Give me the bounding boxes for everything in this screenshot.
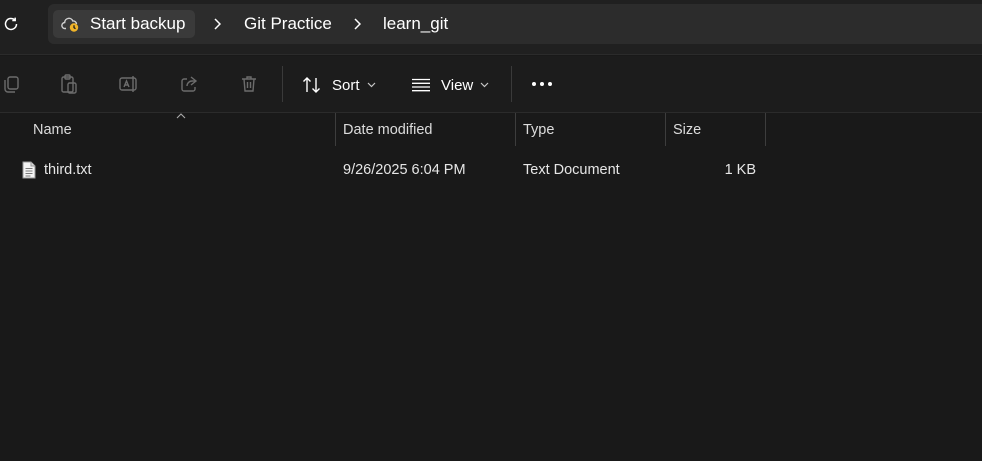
- breadcrumb-git-practice[interactable]: Git Practice: [244, 10, 332, 38]
- chevron-right-icon[interactable]: [210, 17, 224, 31]
- date-text: 9/26/2025 6:04 PM: [343, 162, 466, 178]
- toolbar-divider: [511, 66, 512, 102]
- column-header-type[interactable]: Type: [523, 113, 554, 146]
- cloud-backup-icon: [61, 15, 81, 33]
- command-bar: Sort View: [0, 56, 982, 113]
- breadcrumb-start-backup[interactable]: Start backup: [53, 10, 196, 38]
- file-type: Text Document: [523, 154, 620, 186]
- breadcrumb-label: Git Practice: [244, 14, 332, 33]
- breadcrumb-learn-git[interactable]: learn_git: [383, 10, 448, 38]
- file-name-cell: third.txt: [21, 154, 92, 186]
- column-header-label: Type: [523, 121, 555, 138]
- sort-icon: [302, 76, 322, 94]
- view-list-icon: [411, 78, 431, 92]
- view-label: View: [441, 76, 474, 94]
- refresh-icon[interactable]: [0, 13, 22, 35]
- text-file-icon: [21, 161, 37, 179]
- rename-icon[interactable]: [118, 73, 140, 95]
- file-date-modified: 9/26/2025 6:04 PM: [343, 154, 466, 186]
- column-resize-handle[interactable]: [665, 113, 666, 146]
- sort-label: Sort: [332, 76, 360, 94]
- paste-icon[interactable]: [58, 73, 80, 95]
- column-header-name[interactable]: Name: [33, 113, 72, 146]
- view-button[interactable]: View: [411, 70, 489, 100]
- chevron-down-icon: [367, 82, 376, 88]
- column-header-label: Size: [673, 121, 702, 138]
- sort-ascending-icon: [176, 113, 186, 119]
- column-resize-handle[interactable]: [515, 113, 516, 146]
- column-header-label: Name: [33, 121, 72, 138]
- toolbar-divider: [282, 66, 283, 102]
- breadcrumb-label: learn_git: [383, 14, 449, 33]
- address-row: Start backup Git Practice learn_git: [0, 0, 982, 55]
- size-text: 1 KB: [724, 162, 756, 178]
- column-headers: Name Date modified Type Size: [0, 113, 982, 146]
- column-header-size[interactable]: Size: [673, 113, 701, 146]
- column-header-date-modified[interactable]: Date modified: [343, 113, 432, 146]
- share-icon[interactable]: [178, 73, 200, 95]
- more-icon[interactable]: [531, 73, 553, 95]
- sort-button[interactable]: Sort: [302, 70, 376, 100]
- type-text: Text Document: [523, 162, 620, 178]
- file-row[interactable]: third.txt 9/26/2025 6:04 PM Text Documen…: [0, 154, 982, 186]
- column-resize-handle[interactable]: [335, 113, 336, 146]
- chevron-down-icon: [480, 82, 489, 88]
- address-bar[interactable]: Start backup Git Practice learn_git: [48, 4, 982, 44]
- file-name: third.txt: [44, 162, 92, 178]
- file-size: 1 KB: [673, 154, 756, 186]
- delete-icon[interactable]: [238, 73, 260, 95]
- copy-icon[interactable]: [0, 73, 22, 95]
- column-resize-handle[interactable]: [765, 113, 766, 146]
- breadcrumb-label: Start backup: [90, 14, 186, 33]
- chevron-right-icon[interactable]: [350, 17, 364, 31]
- column-header-label: Date modified: [343, 121, 433, 138]
